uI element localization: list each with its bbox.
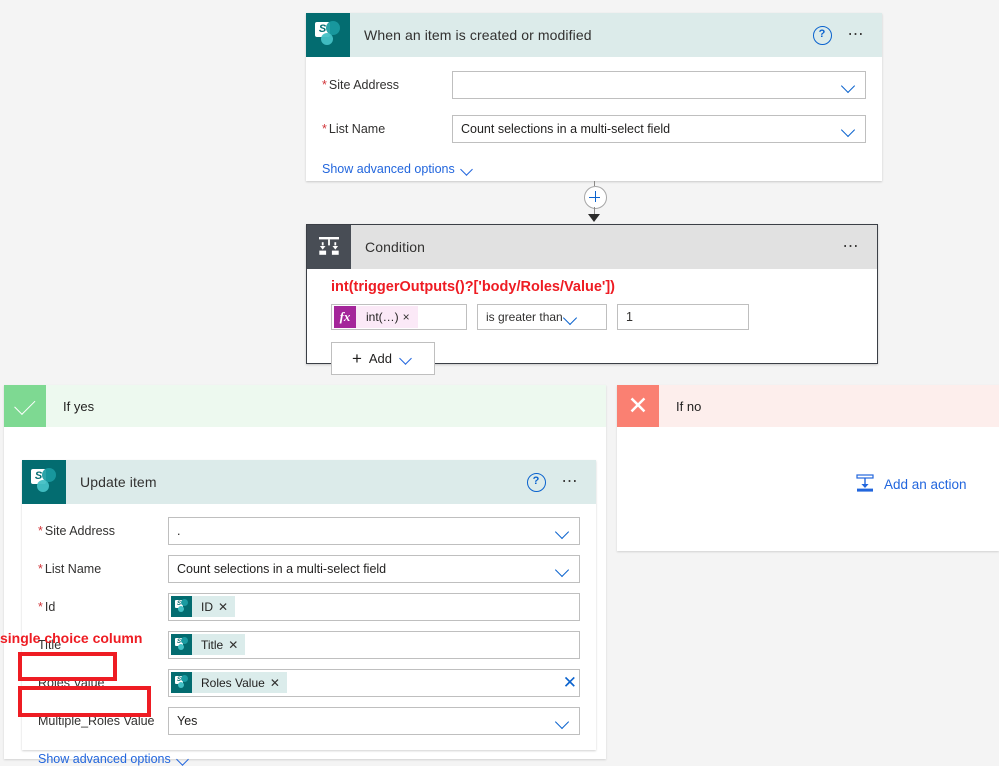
update-roles-value-input[interactable]: S Roles Value ✕ ✕	[168, 668, 580, 697]
trigger-field-site-address: * Site Address	[306, 66, 882, 103]
condition-card: Condition ⋯ int(triggerOutputs()?['body/…	[306, 224, 878, 375]
update-field-site-address: * Site Address .	[22, 512, 596, 549]
chevron-down-icon[interactable]	[841, 121, 857, 137]
close-icon[interactable]: ×	[403, 310, 418, 324]
sharepoint-icon: S	[306, 13, 350, 57]
annotation-box-multiple-roles-value	[18, 686, 151, 717]
condition-operand-field[interactable]: fx int(…) ×	[331, 304, 467, 330]
trigger-card-header[interactable]: S When an item is created or modified ? …	[306, 13, 882, 57]
trigger-site-address-input[interactable]	[452, 70, 866, 99]
arrow-down-icon	[588, 214, 600, 222]
if-no-label: If no	[676, 398, 702, 414]
chevron-down-icon[interactable]	[555, 713, 571, 729]
update-field-list-name: * List Name Count selections in a multi-s…	[22, 550, 596, 587]
condition-operator-value: is greater than	[486, 310, 563, 324]
condition-icon	[307, 225, 351, 269]
if-yes-header[interactable]: If yes	[4, 385, 606, 427]
close-icon: ✕	[617, 385, 659, 427]
update-show-advanced-options[interactable]: Show advanced options	[38, 752, 171, 766]
update-site-address-label: * Site Address	[38, 523, 116, 538]
help-icon[interactable]: ?	[526, 472, 546, 492]
if-no-header[interactable]: ✕ If no	[617, 385, 999, 427]
add-an-action-button[interactable]: Add an action	[855, 473, 967, 496]
close-icon[interactable]: ✕	[218, 600, 235, 614]
token-chip-label: Title	[201, 637, 224, 652]
update-item-title: Update item	[80, 474, 157, 490]
trigger-site-address-label: * Site Address	[322, 77, 400, 92]
if-yes-label: If yes	[63, 398, 95, 414]
token-chip-title[interactable]: S Title ✕	[171, 634, 246, 655]
ellipsis-icon[interactable]: ⋯	[562, 474, 581, 490]
condition-expression-annotation: int(triggerOutputs()?['body/Roles/Value'…	[331, 279, 615, 295]
annotation-note-single-choice-column: single choice column	[0, 630, 143, 646]
condition-add-button[interactable]: + Add	[331, 342, 435, 375]
trigger-list-name-input[interactable]: Count selections in a multi-select field	[452, 114, 866, 143]
sharepoint-icon: S	[22, 460, 66, 504]
chevron-down-icon[interactable]	[177, 755, 191, 765]
check-icon	[4, 385, 46, 427]
annotation-box-roles-value	[18, 652, 117, 681]
close-icon[interactable]: ✕	[228, 638, 245, 652]
update-field-id: * Id S ID ✕	[22, 588, 596, 625]
close-icon[interactable]: ✕	[270, 676, 287, 690]
chevron-down-icon[interactable]	[400, 354, 414, 364]
update-site-address-input[interactable]: .	[168, 516, 580, 545]
chevron-down-icon[interactable]	[555, 561, 571, 577]
token-chip-id[interactable]: S ID ✕	[171, 596, 236, 617]
expression-token-label: int(…)	[366, 310, 399, 324]
trigger-show-advanced-options[interactable]: Show advanced options	[322, 162, 455, 176]
chevron-down-icon[interactable]	[461, 165, 475, 175]
trigger-list-name-value: Count selections in a multi-select field	[461, 121, 671, 136]
chevron-down-icon[interactable]	[841, 77, 857, 93]
add-action-icon	[855, 473, 875, 496]
condition-compare-value: 1	[626, 310, 633, 324]
sharepoint-icon: S	[171, 672, 192, 693]
update-multiple-roles-value-input[interactable]: Yes	[168, 706, 580, 735]
if-no-panel: ✕ If no Add an action	[617, 385, 999, 551]
update-multiple-roles-value: Yes	[177, 713, 198, 728]
ellipsis-icon[interactable]: ⋯	[843, 239, 862, 255]
condition-card-header[interactable]: Condition ⋯	[307, 225, 877, 269]
fx-icon: fx	[334, 306, 356, 328]
update-item-header[interactable]: S Update item ? ⋯	[22, 460, 596, 504]
help-icon[interactable]: ?	[812, 25, 832, 45]
update-list-name-value: Count selections in a multi-select field	[177, 561, 387, 576]
add-step-icon[interactable]	[584, 186, 607, 209]
update-title-input[interactable]: S Title ✕	[168, 630, 580, 659]
plus-icon: +	[351, 349, 362, 368]
update-list-name-input[interactable]: Count selections in a multi-select field	[168, 554, 580, 583]
update-list-name-label: * List Name	[38, 561, 102, 576]
condition-compare-value-input[interactable]: 1	[617, 304, 749, 330]
trigger-field-list-name: * List Name Count selections in a multi-s…	[306, 110, 882, 147]
expression-token[interactable]: fx int(…) ×	[334, 306, 418, 328]
add-an-action-label: Add an action	[884, 477, 967, 492]
sharepoint-icon: S	[171, 596, 192, 617]
condition-title: Condition	[365, 239, 426, 255]
chevron-down-icon[interactable]	[563, 309, 579, 325]
token-chip-label: ID	[201, 599, 213, 614]
update-id-input[interactable]: S ID ✕	[168, 592, 580, 621]
trigger-list-name-label: * List Name	[322, 121, 386, 136]
condition-operator-select[interactable]: is greater than	[477, 304, 607, 330]
sharepoint-icon: S	[171, 634, 192, 655]
trigger-title: When an item is created or modified	[364, 27, 592, 43]
update-id-label: * Id	[38, 599, 56, 614]
trigger-card: S When an item is created or modified ? …	[306, 13, 882, 181]
chevron-down-icon[interactable]	[555, 523, 571, 539]
condition-add-label: Add	[368, 351, 393, 366]
ellipsis-icon[interactable]: ⋯	[848, 27, 867, 43]
clear-field-icon[interactable]: ✕	[557, 674, 577, 691]
token-chip-label: Roles Value	[201, 675, 265, 690]
update-site-address-value: .	[177, 523, 181, 538]
token-chip-roles-value[interactable]: S Roles Value ✕	[171, 672, 287, 693]
